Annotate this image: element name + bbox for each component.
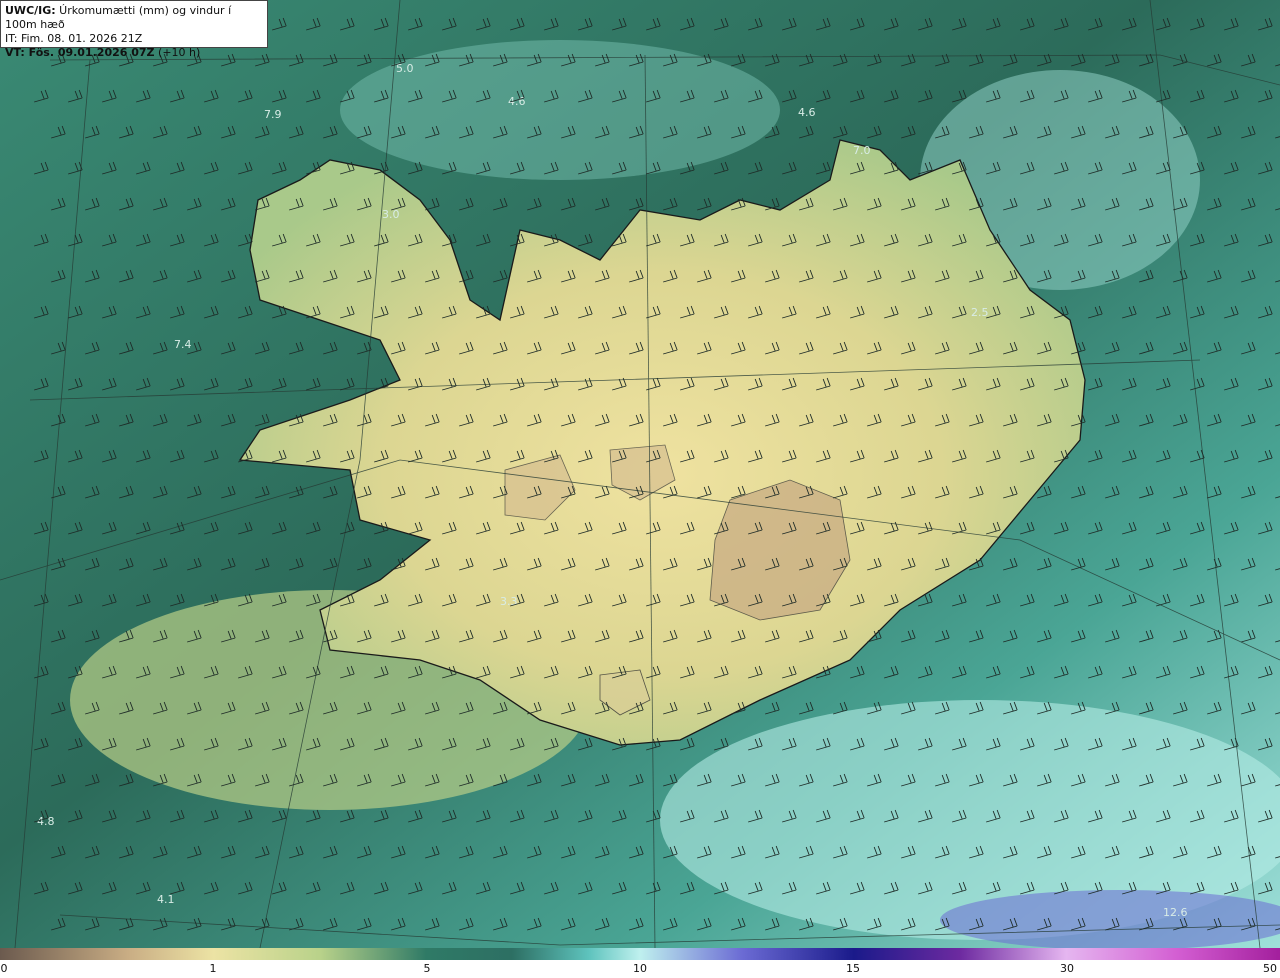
colorbar: 0 1 5 10 15 30 50: [0, 948, 1280, 978]
precip-value-label: 3.0: [382, 208, 400, 221]
colorbar-tick: 1: [209, 962, 217, 975]
precip-value-label: 4.1: [157, 893, 175, 906]
colorbar-tick: 50: [1263, 962, 1277, 975]
precip-value-label: 7.4: [174, 338, 192, 351]
precip-value-label: 4.6: [798, 106, 816, 119]
init-time: IT: Fim. 08. 01. 2026 21Z: [5, 32, 143, 45]
high-precip-patch: [340, 40, 780, 180]
precip-value-label: 7.0: [853, 144, 871, 157]
colorbar-strip: [0, 948, 1280, 960]
precip-value-label: 3.3: [500, 595, 518, 608]
product-code: UWC/IG:: [5, 4, 56, 17]
colorbar-tick: 5: [423, 962, 431, 975]
colorbar-tick: 10: [633, 962, 647, 975]
weather-map: 5.04.67.9 4.67.03.07.42.53.34.84.112.6: [0, 0, 1280, 948]
valid-time: VT: Fös. 09.01.2026 07Z: [5, 46, 155, 59]
precip-value-label: 4.8: [37, 815, 55, 828]
map-header: UWC/IG: Úrkomumætti (mm) og vindur í 100…: [0, 0, 268, 59]
colorbar-tick: 15: [846, 962, 860, 975]
colorbar-tick: 30: [1060, 962, 1074, 975]
colorbar-tick: 0: [0, 962, 8, 975]
lead-time: (+10 h): [154, 46, 201, 59]
precip-value-label: 7.9: [264, 108, 282, 121]
precip-value-label: 12.6: [1163, 906, 1188, 919]
precip-value-label: 2.5: [971, 306, 989, 319]
